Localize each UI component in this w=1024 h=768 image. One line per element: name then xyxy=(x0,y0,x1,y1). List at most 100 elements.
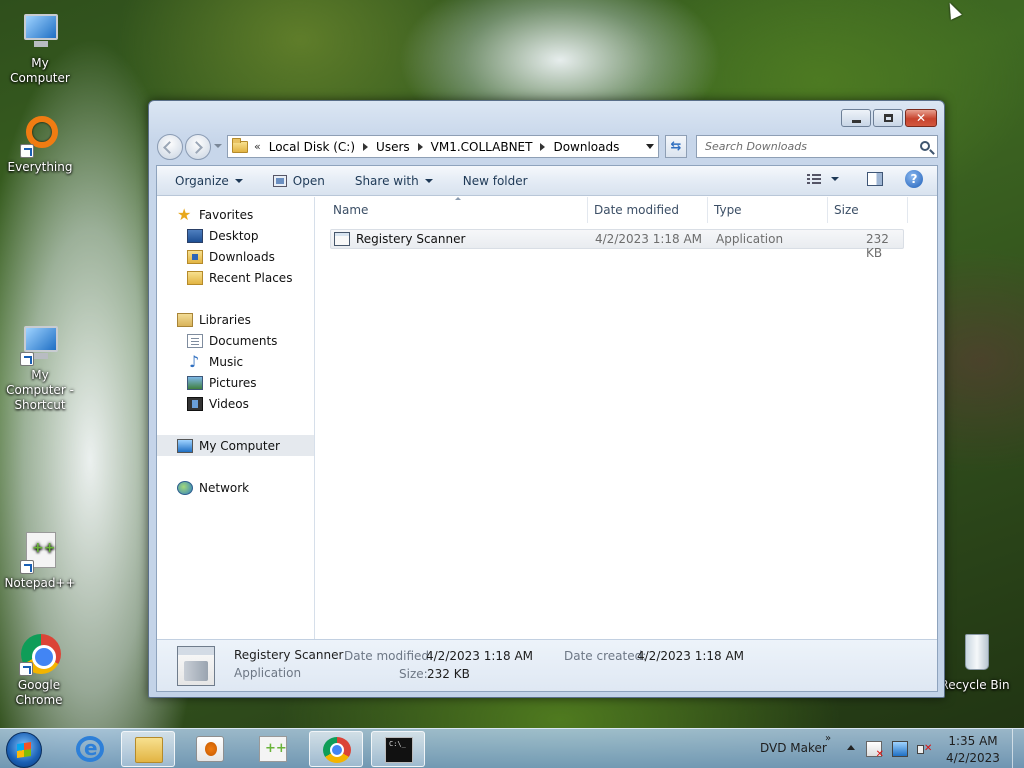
nav-network-label: Network xyxy=(199,480,250,495)
taskbar: DVD Maker » 1:35 AM 4/2/2023 xyxy=(0,728,1024,768)
desktop-icon-notepadpp[interactable]: Notepad++ xyxy=(0,530,80,591)
column-header-size[interactable]: Size xyxy=(828,197,908,223)
show-hidden-icons-button[interactable] xyxy=(847,745,855,750)
taskbar-media-player[interactable] xyxy=(183,731,237,767)
show-desktop-button[interactable] xyxy=(1012,729,1024,768)
share-with-button[interactable]: Share with xyxy=(347,170,441,192)
refresh-button[interactable]: ⇆ xyxy=(665,135,687,158)
chevron-right-icon[interactable] xyxy=(540,142,546,151)
column-header-type[interactable]: Type xyxy=(708,197,828,223)
taskbar-windows-explorer[interactable] xyxy=(121,731,175,767)
desktop-icon-recycle-bin[interactable]: Recycle Bin xyxy=(940,632,1010,693)
view-options-chevron-down-icon[interactable] xyxy=(831,177,839,181)
network-icon xyxy=(177,480,193,495)
address-bar[interactable]: « Local Disk (C:) Users VM1.COLLABNET Do… xyxy=(227,135,659,158)
refresh-icon: ⇆ xyxy=(670,139,682,154)
change-view-icon[interactable] xyxy=(807,173,821,185)
minimize-button[interactable] xyxy=(841,109,871,127)
address-dropdown-icon[interactable] xyxy=(646,144,654,149)
details-date-created-value: 4/2/2023 1:18 AM xyxy=(637,649,745,663)
search-box[interactable] xyxy=(696,135,938,158)
nav-network[interactable]: Network xyxy=(157,477,314,498)
help-icon[interactable]: ? xyxy=(905,170,923,188)
everything-icon xyxy=(18,114,62,158)
nav-desktop-label: Desktop xyxy=(209,228,259,243)
media-player-icon xyxy=(196,736,224,762)
open-button[interactable]: Open xyxy=(265,170,333,192)
search-icon[interactable] xyxy=(920,141,930,151)
chevron-right-icon[interactable] xyxy=(417,142,423,151)
close-icon: ✕ xyxy=(915,111,927,125)
preview-pane-icon[interactable] xyxy=(867,172,883,186)
taskbar-notepadpp[interactable] xyxy=(246,731,300,767)
application-large-icon xyxy=(177,646,215,686)
taskbar-command-prompt[interactable] xyxy=(371,731,425,767)
libraries-icon xyxy=(177,312,193,327)
navigation-bar: « Local Disk (C:) Users VM1.COLLABNET Do… xyxy=(157,134,938,160)
close-button[interactable]: ✕ xyxy=(905,109,937,127)
nav-pictures[interactable]: Pictures xyxy=(157,372,314,393)
breadcrumb-vm1-collabnet[interactable]: VM1.COLLABNET xyxy=(431,140,533,154)
breadcrumb-users[interactable]: Users xyxy=(376,140,410,154)
toolbar-overflow-chevron[interactable]: » xyxy=(825,733,831,744)
network-status-icon[interactable] xyxy=(892,741,908,757)
back-button[interactable] xyxy=(157,134,183,160)
nav-music-label: Music xyxy=(209,354,244,369)
open-label: Open xyxy=(292,173,325,188)
taskbar-google-chrome[interactable] xyxy=(309,731,363,767)
organize-button[interactable]: Organize xyxy=(167,170,251,192)
volume-muted-icon[interactable] xyxy=(916,741,932,757)
documents-icon xyxy=(187,333,203,348)
details-date-modified-value: 4/2/2023 1:18 AM xyxy=(426,649,534,663)
details-size-label: Size: xyxy=(399,667,428,681)
nav-libraries[interactable]: Libraries xyxy=(157,309,314,330)
navigation-pane: Favorites Desktop Downloads Recent Place… xyxy=(157,197,315,639)
breadcrumb-overflow[interactable]: « xyxy=(254,140,261,153)
desktop-icon-label: Google Chrome xyxy=(15,678,63,707)
action-center-icon[interactable] xyxy=(866,741,884,760)
chevron-right-icon[interactable] xyxy=(363,142,369,151)
nav-recent-places[interactable]: Recent Places xyxy=(157,267,314,288)
new-folder-button[interactable]: New folder xyxy=(455,170,536,192)
recent-pages-dropdown[interactable] xyxy=(214,144,222,148)
share-with-label: Share with xyxy=(354,173,419,188)
column-date-modified-label: Date modified xyxy=(594,203,680,217)
nav-music[interactable]: Music xyxy=(157,351,314,372)
desktop-icon-google-chrome[interactable]: Google Chrome xyxy=(0,632,78,708)
column-name-label: Name xyxy=(333,203,369,217)
column-header-date-modified[interactable]: Date modified xyxy=(588,197,708,223)
table-row[interactable]: Registery Scanner 4/2/2023 1:18 AM Appli… xyxy=(330,229,904,260)
maximize-button[interactable] xyxy=(873,109,903,127)
nav-recent-places-label: Recent Places xyxy=(209,270,293,285)
window-controls: ✕ xyxy=(841,109,937,127)
desktop-icon-my-computer[interactable]: My Computer xyxy=(0,10,80,86)
application-icon xyxy=(334,232,350,246)
recycle-bin-icon xyxy=(953,632,997,676)
system-clock[interactable]: 1:35 AM 4/2/2023 xyxy=(940,733,1006,767)
nav-documents[interactable]: Documents xyxy=(157,330,314,351)
desktop-icon-label: Notepad++ xyxy=(4,576,76,590)
folder-icon xyxy=(232,137,248,153)
nav-videos[interactable]: Videos xyxy=(157,393,314,414)
breadcrumb-local-disk[interactable]: Local Disk (C:) xyxy=(269,140,355,154)
search-input[interactable] xyxy=(705,140,910,153)
nav-videos-label: Videos xyxy=(209,396,249,411)
start-button[interactable] xyxy=(6,732,42,768)
nav-libraries-label: Libraries xyxy=(199,312,251,327)
dvd-maker-toolbar[interactable]: DVD Maker xyxy=(760,741,827,755)
desktop-icon-label: Everything xyxy=(7,160,73,174)
new-folder-label: New folder xyxy=(462,173,528,188)
column-header-name[interactable]: Name xyxy=(316,197,588,223)
nav-pictures-label: Pictures xyxy=(209,375,257,390)
forward-button[interactable] xyxy=(185,134,211,160)
nav-my-computer[interactable]: My Computer xyxy=(157,435,314,456)
desktop-icon-my-computer-shortcut[interactable]: My Computer - Shortcut xyxy=(0,322,80,413)
explorer-window[interactable]: ✕ « Local Disk (C:) Users VM1.COLLABNET … xyxy=(148,100,945,698)
nav-desktop[interactable]: Desktop xyxy=(157,225,314,246)
taskbar-internet-explorer[interactable] xyxy=(63,731,117,767)
desktop-icon-everything[interactable]: Everything xyxy=(0,114,80,175)
nav-downloads[interactable]: Downloads xyxy=(157,246,314,267)
maximize-icon xyxy=(883,114,893,122)
breadcrumb-downloads[interactable]: Downloads xyxy=(553,140,619,154)
nav-favorites[interactable]: Favorites xyxy=(157,204,314,225)
